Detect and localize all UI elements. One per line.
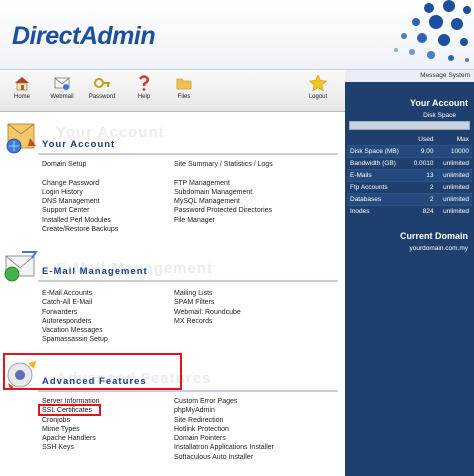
account-links-left: Domain Setup Change Password Login Histo… [42, 160, 118, 234]
link-support-center[interactable]: Support Center [42, 206, 118, 215]
toolbar-webmail-button[interactable]: Webmail [44, 74, 80, 100]
link-domain-setup[interactable]: Domain Setup [42, 160, 118, 169]
link-mailing-lists[interactable]: Mailing Lists [174, 289, 241, 298]
section-divider [38, 390, 338, 392]
toolbar-files-button[interactable]: Files [166, 74, 202, 100]
stat-row: Bandwidth (GB) 0.0010 unlimited [347, 157, 472, 170]
link-ftp-management[interactable]: FTP Management [174, 179, 273, 188]
folder-icon [176, 78, 192, 90]
link-cronjobs[interactable]: Cronjobs [42, 416, 100, 425]
column-used: Used [418, 136, 434, 143]
toolbar-home-button[interactable]: Home [4, 74, 40, 100]
toolbar-help-label: Help [137, 94, 151, 100]
toolbar-logout-button[interactable]: Logout [300, 74, 336, 100]
account-section-title: Your Account [42, 139, 116, 150]
help-icon [139, 75, 150, 91]
link-custom-error-pages[interactable]: Custom Error Pages [174, 397, 274, 406]
toolbar-home-label: Home [13, 94, 30, 100]
link-mx-records[interactable]: MX Records [174, 317, 241, 326]
link-change-password[interactable]: Change Password [42, 179, 118, 188]
section-divider [38, 153, 338, 155]
toolbar: Home Webmail Password Help Files Logout [0, 70, 345, 112]
directadmin-logo[interactable]: DirectAdmin [12, 22, 156, 51]
link-site-summary[interactable]: Site Summary / Statistics / Logs [174, 160, 273, 169]
message-system-link[interactable]: Message System [345, 70, 474, 82]
link-create-restore-backups[interactable]: Create/Restore Backups [42, 225, 118, 234]
link-autoresponders[interactable]: Autoresponders [42, 317, 108, 326]
disk-space-bar [349, 121, 470, 130]
link-softaculous[interactable]: Softaculous Auto Installer [174, 453, 274, 462]
email-section-title: E-Mail Management [42, 266, 148, 277]
link-spam-filters[interactable]: SPAM Filters [174, 298, 241, 307]
link-installatron[interactable]: Installatron Applications Installer [174, 443, 274, 452]
stat-row: Databases 2 unlimited [347, 193, 472, 206]
toolbar-webmail-label: Webmail [50, 94, 74, 100]
column-max: Max [456, 136, 469, 143]
email-section-icon [4, 251, 38, 282]
email-links-left: E-Mail Accounts Catch-All E-Mail Forward… [42, 289, 108, 345]
link-installed-perl-modules[interactable]: Installed Perl Modules [42, 216, 118, 225]
link-email-accounts[interactable]: E-Mail Accounts [42, 289, 108, 298]
toolbar-help-button[interactable]: Help [126, 74, 162, 100]
home-icon [15, 77, 29, 91]
usage-stats-table: Used Max Disk Space (MB) 9.00 10000 Band… [347, 134, 472, 217]
advanced-links-right: Custom Error Pages phpMyAdmin Site Redir… [174, 397, 274, 462]
link-site-redirection[interactable]: Site Redirection [174, 416, 274, 425]
account-links-right: Site Summary / Statistics / Logs FTP Man… [174, 160, 273, 225]
link-password-protected-directories[interactable]: Password Protected Directories [174, 206, 273, 215]
toolbar-password-button[interactable]: Password [84, 74, 120, 100]
toolbar-files-label: Files [177, 94, 191, 100]
link-mime-types[interactable]: Mime Types [42, 425, 100, 434]
stat-row: Disk Space (MB) 9.00 10000 [347, 145, 472, 158]
toolbar-password-label: Password [88, 94, 116, 100]
link-webmail-roundcube[interactable]: Webmail: Roundcube [174, 308, 241, 317]
link-mysql-management[interactable]: MySQL Management [174, 197, 273, 206]
link-domain-pointers[interactable]: Domain Pointers [174, 434, 274, 443]
link-login-history[interactable]: Login History [42, 188, 118, 197]
link-subdomain-management[interactable]: Subdomain Management [174, 188, 273, 197]
link-vacation-messages[interactable]: Vacation Messages [42, 326, 108, 335]
webmail-icon [54, 77, 70, 90]
stat-row: Ftp Accounts 2 unlimited [347, 181, 472, 194]
stat-row: Inodes 824 unlimited [347, 205, 472, 217]
current-domain-heading: Current Domain [399, 231, 468, 241]
link-apache-handlers[interactable]: Apache Handlers [42, 434, 100, 443]
link-spamassassin-setup[interactable]: Spamassassin Setup [42, 335, 108, 344]
link-forwarders[interactable]: Forwarders [42, 308, 108, 317]
password-icon [94, 78, 110, 88]
link-hotlink-protection[interactable]: Hotlink Protection [174, 425, 274, 434]
link-dns-management[interactable]: DNS Management [42, 197, 118, 206]
your-account-heading: Your Account [410, 98, 468, 108]
stat-row: E-Mails 13 unlimited [347, 169, 472, 182]
disk-space-label: Disk Space [423, 112, 456, 119]
star-icon [308, 74, 328, 92]
header: DirectAdmin [0, 0, 474, 70]
link-phpmyadmin[interactable]: phpMyAdmin [174, 406, 274, 415]
current-domain-value[interactable]: yourdomain.com.my [345, 241, 474, 252]
email-links-right: Mailing Lists SPAM Filters Webmail: Roun… [174, 289, 241, 326]
section-divider [38, 280, 338, 282]
link-ssh-keys[interactable]: SSH Keys [42, 443, 100, 452]
dots-logo-icon [394, 0, 471, 62]
toolbar-logout-label: Logout [308, 94, 328, 100]
account-panel: Message System Your Account Disk Space U… [345, 70, 474, 476]
advanced-features-highlight [3, 353, 182, 390]
link-file-manager[interactable]: File Manager [174, 216, 273, 225]
account-section-icon [6, 123, 36, 154]
ssl-certificates-highlight [38, 404, 101, 416]
link-catch-all-email[interactable]: Catch-All E-Mail [42, 298, 108, 307]
